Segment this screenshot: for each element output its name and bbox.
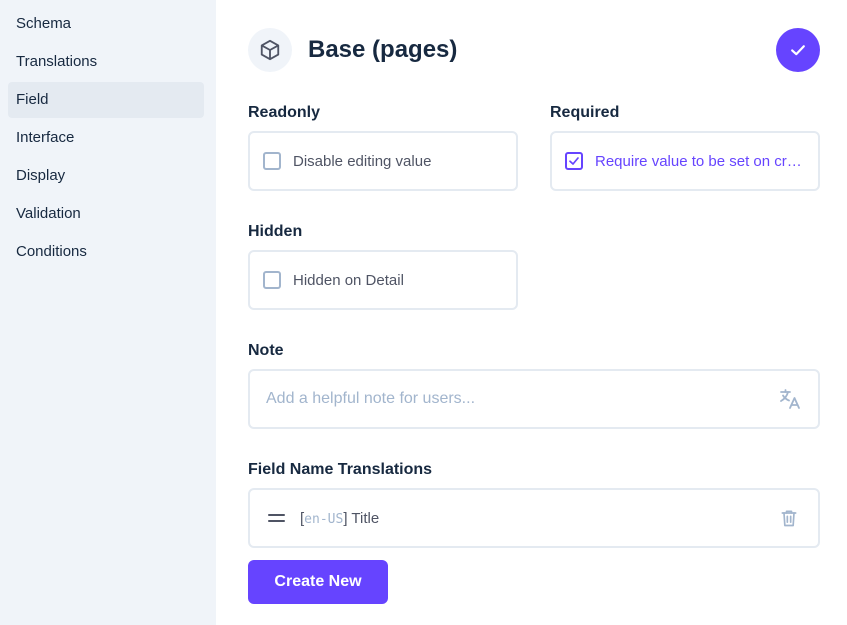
translation-value: Title <box>351 509 380 527</box>
note-input[interactable] <box>266 390 770 408</box>
hidden-checkbox[interactable]: Hidden on Detail <box>248 250 518 310</box>
note-label: Note <box>248 342 284 359</box>
save-button[interactable] <box>776 28 820 72</box>
sidebar: Schema Translations Field Interface Disp… <box>0 0 216 625</box>
readonly-checkbox[interactable]: Disable editing value <box>248 131 518 191</box>
hidden-label: Hidden <box>248 223 303 240</box>
sidebar-item-interface[interactable]: Interface <box>8 120 204 156</box>
checkbox-unchecked-icon <box>263 152 281 170</box>
check-icon <box>791 45 805 56</box>
drag-handle-icon[interactable] <box>268 508 290 528</box>
main-content: Base (pages) Readonly Disable editing va… <box>216 0 847 625</box>
required-option-label: Require value to be set on cre... <box>595 152 804 170</box>
checkbox-checked-icon <box>565 152 583 170</box>
sidebar-item-display[interactable]: Display <box>8 158 204 194</box>
trash-icon[interactable] <box>778 507 800 529</box>
required-label: Required <box>550 104 620 121</box>
page-title: Base (pages) <box>308 36 458 63</box>
language-code: en-US <box>304 511 344 527</box>
note-field <box>248 369 820 429</box>
sidebar-item-schema[interactable]: Schema <box>8 6 204 42</box>
sidebar-item-field[interactable]: Field <box>8 82 204 118</box>
hidden-option-label: Hidden on Detail <box>293 271 404 289</box>
translations-label: Field Name Translations <box>248 461 433 478</box>
translation-row[interactable]: [en-US] Title <box>248 488 820 548</box>
cube-icon <box>248 28 292 72</box>
translate-icon[interactable] <box>770 379 810 419</box>
sidebar-item-translations[interactable]: Translations <box>8 44 204 80</box>
checkbox-unchecked-icon <box>263 271 281 289</box>
translation-text: [en-US] Title <box>300 509 380 527</box>
readonly-option-label: Disable editing value <box>293 152 432 170</box>
required-checkbox[interactable]: Require value to be set on cre... <box>550 131 820 191</box>
create-new-button[interactable]: Create New <box>248 560 388 604</box>
sidebar-item-conditions[interactable]: Conditions <box>8 234 204 270</box>
readonly-label: Readonly <box>248 104 321 121</box>
sidebar-item-validation[interactable]: Validation <box>8 196 204 232</box>
